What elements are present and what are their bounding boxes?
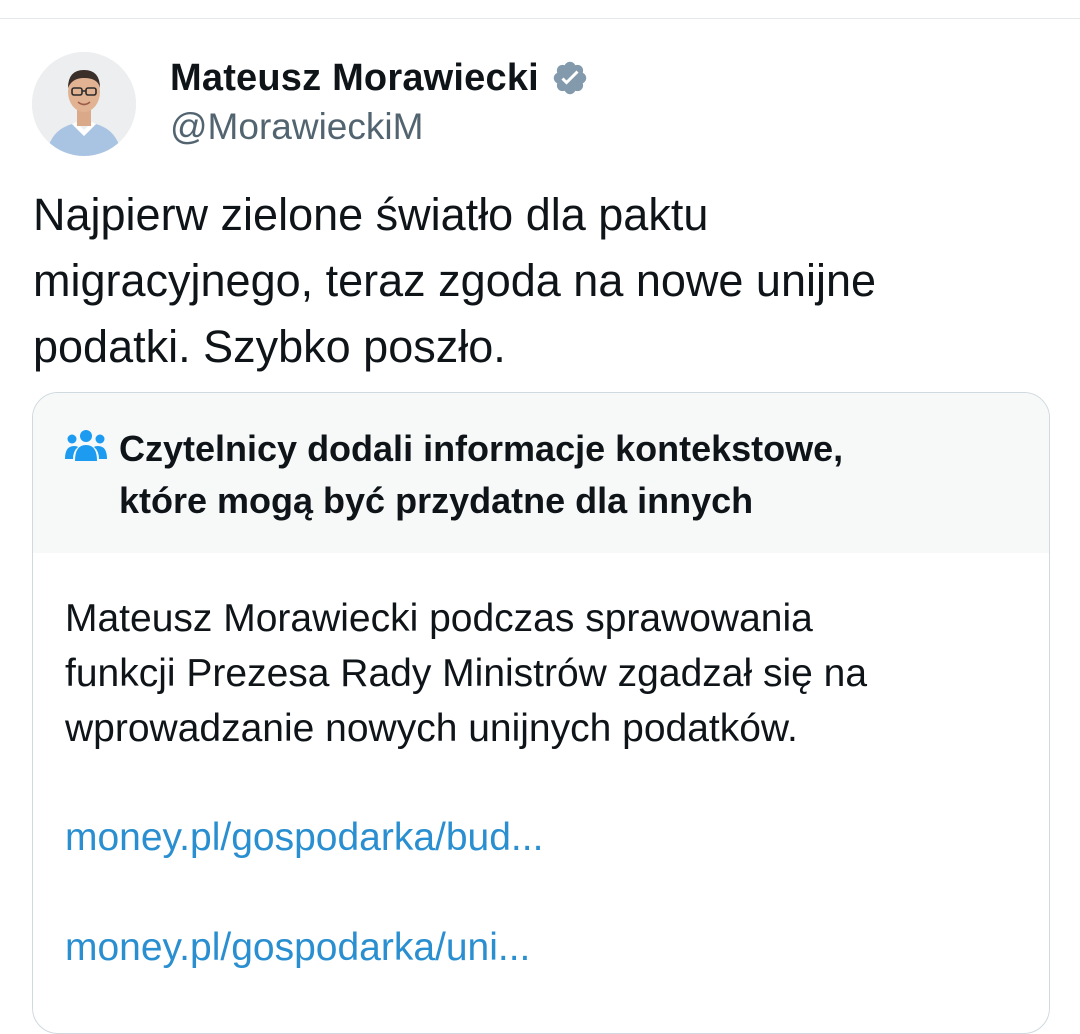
community-note-title: Czytelnicy dodali informacje kontekstowe… bbox=[119, 423, 1019, 527]
top-divider bbox=[0, 18, 1080, 19]
community-note-text-line: funkcji Prezesa Rady Ministrów zgadzał s… bbox=[65, 652, 868, 695]
post-text-line: podatki. Szybko poszło. bbox=[33, 321, 506, 372]
verified-badge-icon[interactable] bbox=[551, 59, 589, 97]
community-note-text-line: wprowadzanie nowych unijnych podatków. bbox=[65, 707, 798, 750]
avatar-image bbox=[32, 52, 136, 156]
post-text-line: Najpierw zielone światło dla paktu bbox=[33, 189, 709, 240]
author-info: Mateusz Morawiecki @MorawieckiM bbox=[170, 56, 589, 148]
community-note-link[interactable]: money.pl/gospodarka/uni... bbox=[65, 920, 1017, 975]
community-note-header: Czytelnicy dodali informacje kontekstowe… bbox=[33, 393, 1049, 553]
community-note-body: Mateusz Morawiecki podczas sprawowania f… bbox=[33, 553, 1049, 975]
author-handle[interactable]: @MorawieckiM bbox=[170, 106, 589, 148]
community-note-title-line: które mogą być przydatne dla innych bbox=[119, 480, 754, 521]
community-note-text-line: Mateusz Morawiecki podczas sprawowania bbox=[65, 597, 813, 640]
community-note-link[interactable]: money.pl/gospodarka/bud... bbox=[65, 810, 1017, 865]
community-note-text: Mateusz Morawiecki podczas sprawowania f… bbox=[65, 591, 1005, 756]
post-text: Najpierw zielone światło dla paktu migra… bbox=[33, 182, 1033, 380]
people-icon bbox=[65, 429, 107, 463]
post-header: Mateusz Morawiecki @MorawieckiM bbox=[32, 52, 589, 156]
post-text-line: migracyjnego, teraz zgoda na nowe unijne bbox=[33, 255, 877, 306]
avatar[interactable] bbox=[32, 52, 136, 156]
community-note: Czytelnicy dodali informacje kontekstowe… bbox=[32, 392, 1050, 1034]
community-note-title-line: Czytelnicy dodali informacje kontekstowe… bbox=[119, 428, 844, 469]
display-name-row: Mateusz Morawiecki bbox=[170, 56, 589, 100]
author-display-name[interactable]: Mateusz Morawiecki bbox=[170, 57, 539, 100]
